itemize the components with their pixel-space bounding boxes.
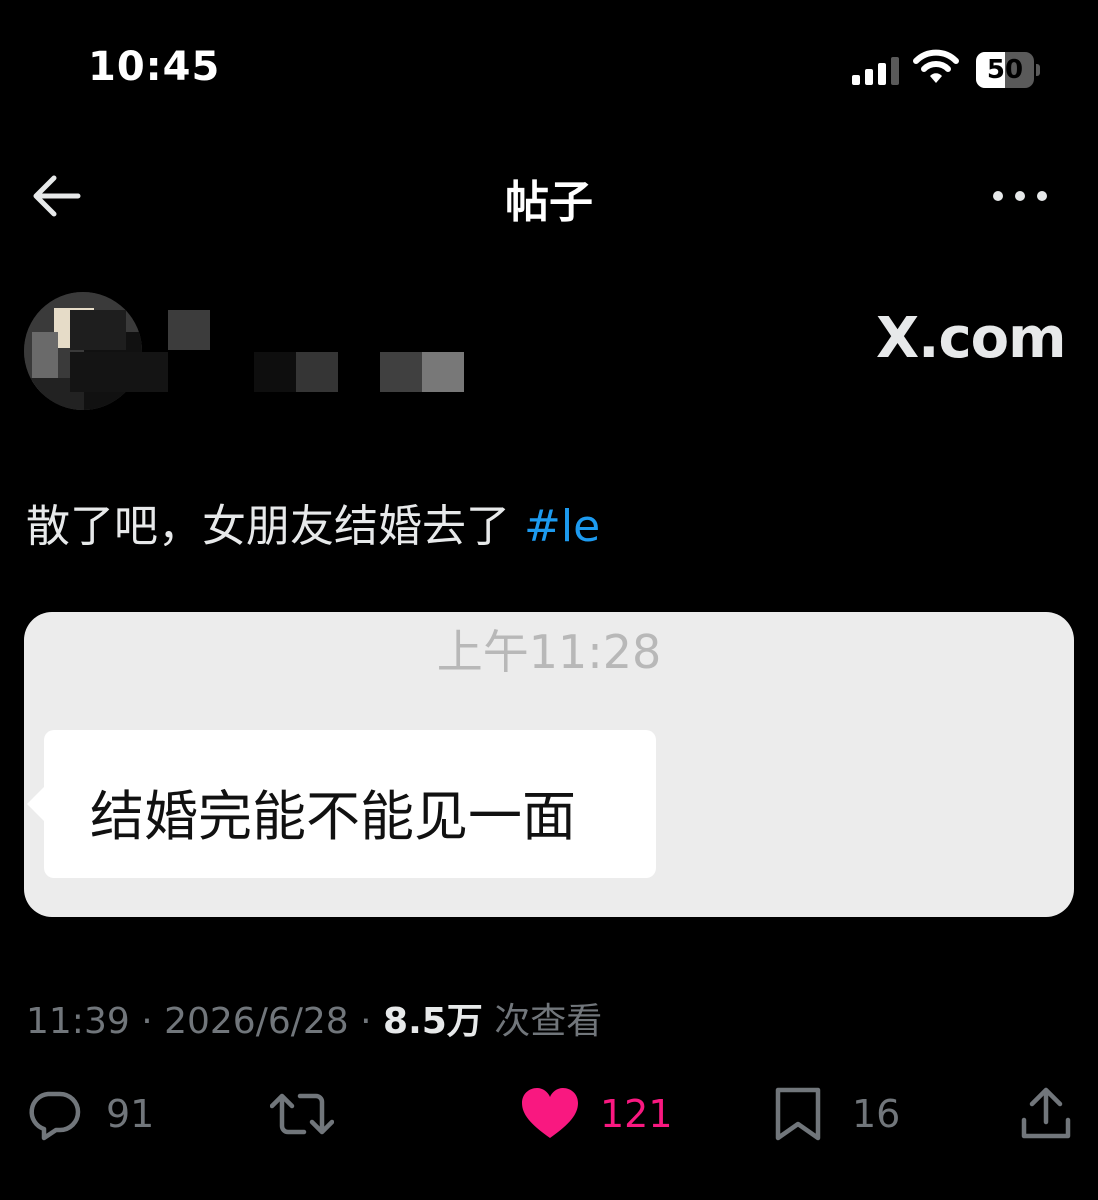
reply-button[interactable]: 91 [26,1086,166,1142]
bookmark-count: 16 [852,1092,901,1136]
heart-icon [522,1088,578,1138]
share-button[interactable] [1018,1086,1074,1142]
x-com-watermark: X.com [876,306,1066,371]
like-count: 121 [600,1092,673,1136]
bookmark-icon [775,1087,821,1141]
view-count-label: 次查看 [494,1001,603,1042]
hashtag-link[interactable]: #le [524,501,600,552]
reply-icon [29,1091,81,1141]
wifi-icon [913,49,959,83]
chat-message: 结婚完能不能见一面 [90,785,576,848]
view-count[interactable]: 8.5万 [383,1001,483,1042]
chat-timestamp: 上午11:28 [436,625,662,679]
page-title: 帖子 [505,177,593,228]
more-options-icon[interactable] [988,176,1052,216]
post-time: 11:39 [26,1001,130,1042]
status-time: 10:45 [88,44,221,90]
cellular-signal-icon [852,55,902,85]
reply-count: 91 [106,1092,155,1136]
bookmark-button[interactable]: 16 [772,1086,902,1142]
post-body: 散了吧，女朋友结婚去了 [26,501,510,552]
share-icon [1021,1087,1071,1139]
post-image[interactable]: 上午11:28 结婚完能不能见一面 [24,612,1074,917]
repost-button[interactable] [270,1086,350,1142]
battery-percent: 50 [986,55,1024,85]
post-meta: 11:39 · 2026/6/28 · 8.5万 次查看 [26,1001,603,1042]
like-button[interactable]: 121 [520,1086,673,1142]
post-text: 散了吧，女朋友结婚去了 #le [26,490,600,554]
repost-icon [270,1093,334,1135]
battery-icon: 50 [976,52,1040,88]
post-date: 2026/6/28 [164,1001,349,1042]
chat-bubble: 结婚完能不能见一面 [44,730,656,878]
